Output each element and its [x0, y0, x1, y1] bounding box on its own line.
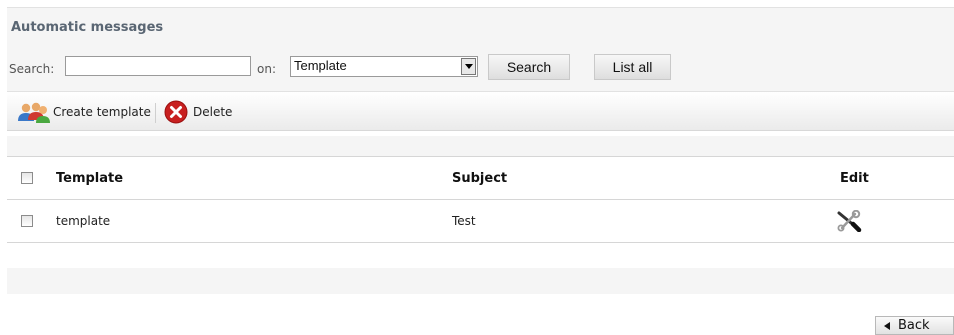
spacer-band	[7, 136, 954, 156]
toolbar-divider	[155, 103, 156, 123]
search-field-value: Template	[294, 58, 347, 73]
subject-cell: Test	[452, 214, 476, 228]
table-row: template Test	[7, 199, 954, 243]
chevron-down-icon[interactable]	[461, 58, 476, 75]
row-checkbox[interactable]	[21, 215, 33, 227]
toolbar: Create template Delete	[7, 91, 954, 131]
delete-button[interactable]: Delete	[164, 92, 232, 132]
search-panel: Automatic messages Search: on: Template …	[7, 7, 954, 91]
delete-x-icon	[164, 100, 188, 124]
edit-cell[interactable]	[836, 200, 862, 242]
users-add-icon	[18, 102, 50, 123]
search-on-label: on:	[257, 62, 276, 76]
template-name-cell: template	[56, 214, 111, 228]
search-field-select[interactable]: Template	[290, 56, 478, 77]
back-label: Back	[898, 318, 930, 333]
delete-label: Delete	[193, 105, 233, 119]
search-input[interactable]	[65, 56, 251, 76]
templates-table: Template Subject Edit template Test	[7, 156, 954, 243]
back-button[interactable]: Back	[875, 316, 954, 335]
column-header-edit: Edit	[840, 170, 869, 186]
list-all-button[interactable]: List all	[594, 54, 671, 80]
column-header-template[interactable]: Template	[56, 157, 123, 199]
wrench-screwdriver-icon[interactable]	[836, 210, 862, 232]
search-button[interactable]: Search	[488, 54, 570, 80]
spacer-band-bottom	[7, 268, 954, 294]
search-label: Search:	[9, 62, 55, 76]
create-template-button[interactable]: Create template	[15, 92, 151, 132]
create-template-label: Create template	[53, 105, 151, 119]
table-header-row: Template Subject Edit	[7, 156, 954, 199]
column-header-subject[interactable]: Subject	[452, 157, 507, 199]
back-arrow-icon	[884, 321, 890, 330]
page-title: Automatic messages	[11, 20, 164, 35]
select-all-checkbox[interactable]	[21, 172, 33, 184]
